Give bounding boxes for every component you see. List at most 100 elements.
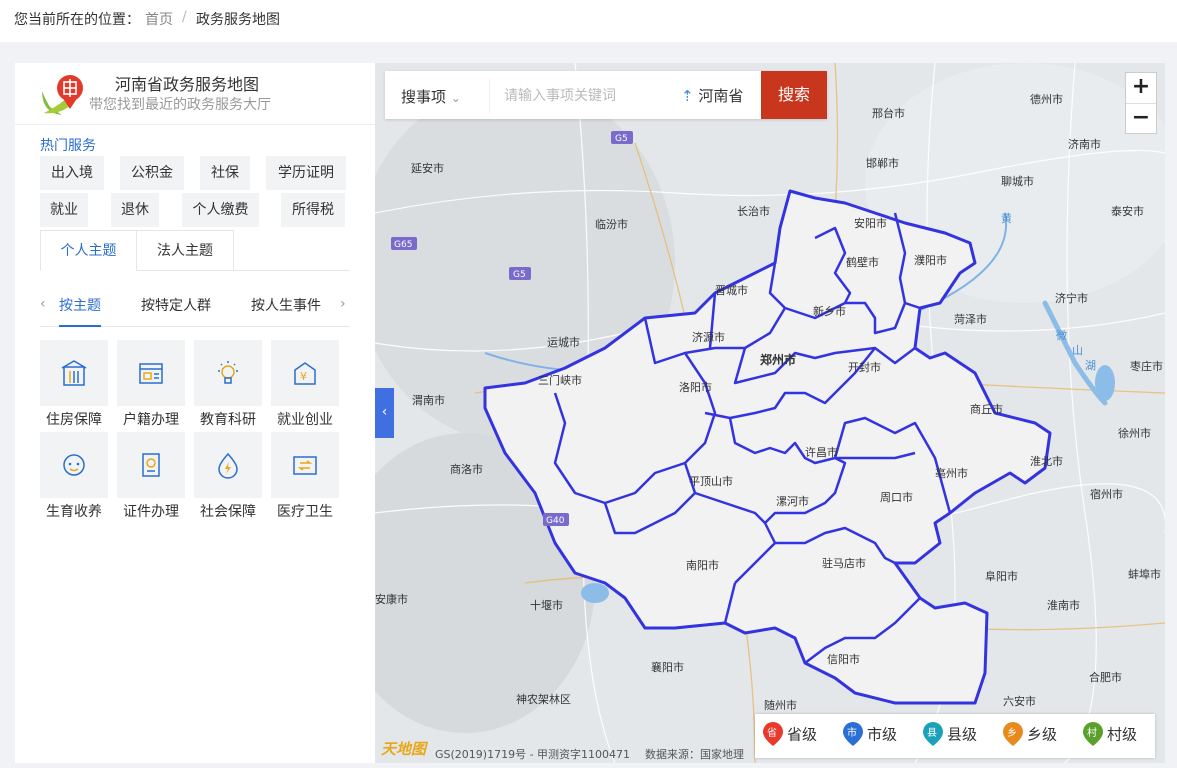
map-canvas[interactable]: 德州市 邢台市 济南市 邯郸市 延安市 聊城市 泰安市 临汾市 长治市 安阳市 … <box>375 63 1165 763</box>
svg-text:G5: G5 <box>615 134 628 144</box>
service-label: 户籍办理 <box>123 412 179 428</box>
zoom-control: + − <box>1125 72 1157 134</box>
region-selector[interactable]: ⇡ 河南省 <box>681 85 743 106</box>
svg-text:安阳市: 安阳市 <box>854 216 887 230</box>
svg-text:县: 县 <box>927 727 937 739</box>
yuan-house-icon: ¥ <box>294 362 316 385</box>
svg-text:郑州市: 郑州市 <box>760 352 796 367</box>
tag-employment[interactable]: 就业 <box>40 193 88 227</box>
subtab-by-theme[interactable]: 按主题 <box>59 295 101 327</box>
svg-text:¥: ¥ <box>300 370 307 383</box>
service-social-security[interactable]: 社会保障 <box>194 432 262 522</box>
lightbulb-icon <box>218 361 238 384</box>
zoom-out-button[interactable]: − <box>1126 104 1156 134</box>
svg-text:淮南市: 淮南市 <box>1047 598 1080 612</box>
breadcrumb-prefix: 您当前所在的位置： <box>14 12 140 28</box>
tag-income-tax[interactable]: 所得税 <box>281 193 345 227</box>
tag-personal-payment[interactable]: 个人缴费 <box>182 193 259 227</box>
service-birth-adoption[interactable]: 生育收养 <box>40 432 108 522</box>
svg-text:枣庄市: 枣庄市 <box>1130 359 1163 373</box>
map-view[interactable]: 德州市 邢台市 济南市 邯郸市 延安市 聊城市 泰安市 临汾市 长治市 安阳市 … <box>375 63 1165 763</box>
svg-text:濮阳市: 濮阳市 <box>914 253 947 267</box>
svg-text:运城市: 运城市 <box>547 335 580 349</box>
tab-personal[interactable]: 个人主题 <box>40 230 137 271</box>
chevron-right-icon[interactable]: › <box>340 296 346 312</box>
baby-face-icon <box>63 454 85 476</box>
search-input[interactable] <box>489 79 676 113</box>
service-label: 医疗卫生 <box>277 504 333 520</box>
svg-text:安康市: 安康市 <box>375 592 408 606</box>
svg-text:新乡市: 新乡市 <box>813 304 846 318</box>
svg-text:济宁市: 济宁市 <box>1055 291 1088 305</box>
svg-text:乡: 乡 <box>1007 727 1017 739</box>
svg-text:村: 村 <box>1087 726 1097 739</box>
service-label: 证件办理 <box>123 504 179 520</box>
map-copyright: GS(2019)1719号 - 甲测资字1100471 <box>435 748 631 761</box>
legend-provincial[interactable]: 省省级 <box>763 722 817 750</box>
svg-text:阜阳市: 阜阳市 <box>985 569 1018 583</box>
legend-label: 省级 <box>787 725 818 744</box>
search-button[interactable]: 搜索 <box>761 71 827 119</box>
theme-tabs: 个人主题 法人主题 <box>40 230 350 271</box>
left-panel: 河南省政务服务地图 带您找到最近的政务服务大厅 热门服务 出入境 公积金 社保 … <box>15 63 375 763</box>
service-certificate[interactable]: 证件办理 <box>117 432 185 522</box>
tag-housing-fund[interactable]: 公积金 <box>120 156 184 190</box>
svg-text:驻马店市: 驻马店市 <box>822 556 866 570</box>
legend-city[interactable]: 市市级 <box>843 722 897 750</box>
svg-text:宿州市: 宿州市 <box>1090 487 1123 501</box>
svg-text:平顶山市: 平顶山市 <box>689 474 733 488</box>
app-title: 河南省政务服务地图 <box>115 75 260 94</box>
zoom-in-button[interactable]: + <box>1126 73 1156 104</box>
svg-text:邢台市: 邢台市 <box>872 106 905 120</box>
service-household[interactable]: 户籍办理 <box>117 340 185 430</box>
tab-legal-person[interactable]: 法人主题 <box>137 230 234 270</box>
svg-text:蚌埠市: 蚌埠市 <box>1128 567 1161 581</box>
map-pin-icon: 乡 <box>1003 722 1023 746</box>
svg-text:菏泽市: 菏泽市 <box>954 312 987 326</box>
breadcrumb-current: 政务服务地图 <box>196 12 280 28</box>
service-label: 生育收养 <box>46 504 102 520</box>
tag-degree-cert[interactable]: 学历证明 <box>266 156 346 190</box>
breadcrumb-home-link[interactable]: 首页 <box>145 9 173 29</box>
svg-text:六安市: 六安市 <box>1003 694 1036 708</box>
legend-county[interactable]: 县县级 <box>923 722 977 750</box>
legend-township[interactable]: 乡乡级 <box>1003 722 1057 750</box>
service-medical[interactable]: 医疗卫生 <box>271 432 339 522</box>
svg-text:山: 山 <box>1072 344 1083 357</box>
service-employment[interactable]: ¥ 就业创业 <box>271 340 339 430</box>
legend-village[interactable]: 村村级 <box>1083 722 1137 750</box>
tag-social-security[interactable]: 社保 <box>200 156 250 190</box>
subtab-by-life-event[interactable]: 按人生事件 <box>251 295 321 315</box>
svg-text:晋城市: 晋城市 <box>715 283 748 297</box>
service-housing[interactable]: 住房保障 <box>40 340 108 430</box>
collapse-panel-button[interactable]: ‹ <box>375 388 394 438</box>
search-category-select[interactable]: 搜事项 ⌄ <box>401 86 461 107</box>
svg-text:襄阳市: 襄阳市 <box>651 660 684 674</box>
svg-text:临汾市: 临汾市 <box>595 217 628 231</box>
svg-text:黄: 黄 <box>1001 211 1012 225</box>
map-search-bar: 搜事项 ⌄ ⇡ 河南省 搜索 <box>385 71 827 119</box>
chevron-left-icon: ‹ <box>381 404 388 420</box>
legend-label: 市级 <box>867 725 898 744</box>
svg-text:微: 微 <box>1056 328 1067 342</box>
tag-exit-entry[interactable]: 出入境 <box>40 156 104 190</box>
svg-text:市: 市 <box>847 726 857 739</box>
tag-retirement[interactable]: 退休 <box>111 193 159 227</box>
svg-text:徐州市: 徐州市 <box>1118 426 1151 440</box>
map-data-source: 数据来源：国家地理 <box>645 748 744 761</box>
medical-card-icon <box>293 456 317 475</box>
svg-text:济南市: 济南市 <box>1068 137 1101 151</box>
subtab-by-group[interactable]: 按特定人群 <box>141 295 211 315</box>
tianditu-logo: 天地图 <box>381 740 427 758</box>
svg-text:G5: G5 <box>513 270 526 280</box>
map-legend: 省省级 市市级 县县级 乡乡级 村村级 <box>755 714 1155 758</box>
divider <box>15 124 375 125</box>
chevron-left-icon[interactable]: ‹ <box>40 296 46 312</box>
register-book-icon <box>139 363 163 384</box>
breadcrumb: 您当前所在的位置： 首页 / 政务服务地图 <box>0 0 1177 42</box>
service-education[interactable]: 教育科研 <box>194 340 262 430</box>
svg-text:南阳市: 南阳市 <box>686 558 719 572</box>
app-subtitle: 带您找到最近的政务服务大厅 <box>89 97 271 113</box>
svg-text:长治市: 长治市 <box>737 204 770 218</box>
svg-text:淮北市: 淮北市 <box>1030 454 1063 468</box>
